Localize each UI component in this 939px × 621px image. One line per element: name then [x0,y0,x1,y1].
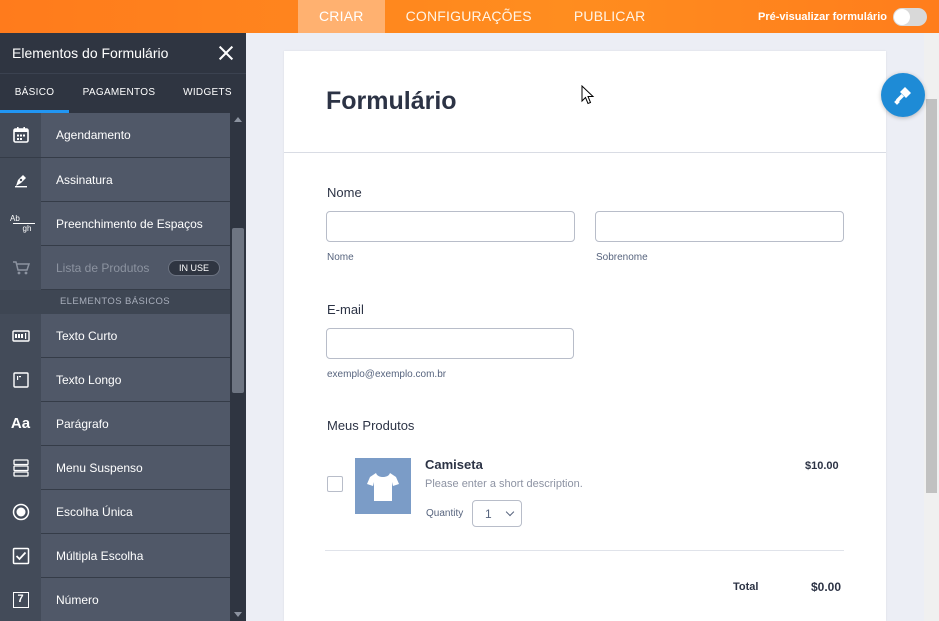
sidebar-item-texto-curto[interactable]: Texto Curto [0,313,230,358]
form-designer-button[interactable] [881,73,925,117]
sidebar-item-label: Escolha Única [56,504,133,519]
form-card: Formulário Nome Nome Sobrenome E-mail ex… [284,51,886,621]
sidebar-item-preenchimento[interactable]: Ab gh Preenchimento de Espaços [0,201,230,246]
quantity-select[interactable]: 1 [472,500,522,527]
email-field-label: E-mail [327,302,364,317]
sidebar-item-label: Texto Longo [56,372,122,387]
product-description: Please enter a short description. [425,478,583,490]
sidebar-item-lista-produtos: Lista de Produtos IN USE [0,245,230,290]
number-icon-glyph: 7 [12,591,29,608]
sidebar-header: Elementos do Formulário [0,33,246,73]
sidebar-item-numero[interactable]: 7 Número [0,577,230,621]
checkbox-icon [0,533,41,578]
product-price: $10.00 [805,460,839,472]
tab-configuracoes[interactable]: CONFIGURAÇÕES [385,0,553,33]
first-name-sublabel: Nome [327,252,354,263]
quantity-value: 1 [485,507,492,521]
short-text-icon [0,313,41,358]
sidebar-item-label: Múltipla Escolha [56,548,144,563]
sidebar-item-assinatura[interactable]: Assinatura [0,157,230,202]
product-checkbox[interactable] [327,476,343,492]
page-scrollbar[interactable] [924,33,939,621]
sidebar-list: Agendamento Assinatura Ab gh Preenchimen… [0,113,230,621]
sidebar-title: Elementos do Formulário [12,45,169,61]
sidebar-item-menu-suspenso[interactable]: Menu Suspenso [0,445,230,490]
sidebar-item-label: Número [56,592,99,607]
sidebar-item-multipla-escolha[interactable]: Múltipla Escolha [0,533,230,578]
scrollbar-thumb[interactable] [232,228,244,393]
paint-roller-icon [894,87,911,105]
last-name-sublabel: Sobrenome [596,252,648,263]
close-icon[interactable] [218,45,234,61]
tab-basico[interactable]: BÁSICO [0,74,69,113]
sidebar-item-label: Agendamento [56,128,131,142]
sidebar-item-paragrafo[interactable]: Aa Parágrafo [0,401,230,446]
form-title[interactable]: Formulário [326,87,457,116]
top-nav: CRIAR CONFIGURAÇÕES PUBLICAR [298,0,666,33]
cart-icon [0,245,41,290]
sidebar-item-label: Lista de Produtos [56,260,150,275]
tab-widgets[interactable]: WIDGETS [169,74,246,113]
sidebar-item-label: Texto Curto [56,328,118,343]
tab-pagamentos[interactable]: PAGAMENTOS [69,74,169,113]
sidebar-item-texto-longo[interactable]: Texto Longo [0,357,230,402]
pen-icon [0,157,41,202]
email-sublabel: exemplo@exemplo.com.br [327,369,447,380]
preview-label: Pré-visualizar formulário [758,10,887,23]
quantity-label: Quantity [426,508,464,519]
tab-criar[interactable]: CRIAR [298,0,385,33]
fill-blank-icon: Ab gh [0,201,41,246]
first-name-input[interactable] [326,211,575,242]
tshirt-icon [355,458,411,514]
fill-blank-icon-top: Ab [10,214,20,223]
in-use-badge: IN USE [167,259,220,276]
product-name: Camiseta [425,457,483,472]
sidebar-item-label: Parágrafo [56,416,109,431]
mouse-cursor-icon [581,84,595,110]
toggle-knob [894,8,910,25]
scroll-down-icon[interactable] [234,612,242,617]
sidebar-scrollbar[interactable] [230,113,246,621]
chevron-down-icon [505,507,515,517]
long-text-icon [0,357,41,402]
products-divider [325,550,844,551]
sidebar-tabs: BÁSICO PAGAMENTOS WIDGETS [0,73,246,113]
scroll-up-icon[interactable] [234,117,242,122]
sidebar-item-label: Assinatura [56,172,113,187]
sidebar-item-label: Preenchimento de Espaços [56,216,203,231]
preview-control: Pré-visualizar formulário [758,0,927,33]
paragraph-icon: Aa [0,401,41,446]
tab-publicar[interactable]: PUBLICAR [553,0,667,33]
total-label: Total [733,581,759,593]
page-scrollbar-thumb[interactable] [926,99,937,493]
section-header-basic: ELEMENTOS BÁSICOS [0,290,230,314]
number-icon: 7 [0,577,41,621]
total-value: $0.00 [811,580,842,594]
fill-blank-icon-bottom: gh [12,223,35,233]
products-field-label: Meus Produtos [327,418,415,433]
sidebar-item-escolha-unica[interactable]: Escolha Única [0,489,230,534]
calendar-icon [0,113,41,157]
last-name-input[interactable] [595,211,844,242]
dropdown-icon [0,445,41,490]
sidebar-item-agendamento[interactable]: Agendamento [0,113,230,158]
radio-icon [0,489,41,534]
email-input[interactable] [326,328,574,359]
sidebar-item-label: Menu Suspenso [56,460,143,475]
top-bar: CRIAR CONFIGURAÇÕES PUBLICAR Pré-visuali… [0,0,939,33]
name-field-label: Nome [327,185,362,200]
preview-toggle[interactable] [893,7,927,26]
form-elements-sidebar: Elementos do Formulário BÁSICO PAGAMENTO… [0,33,246,621]
